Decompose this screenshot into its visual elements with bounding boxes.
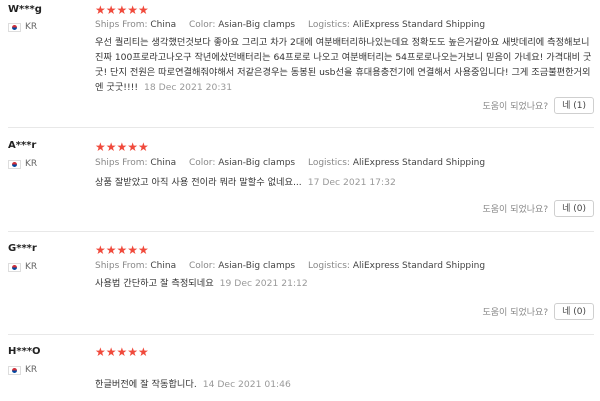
review-date: 17 Dec 2021 17:32 — [307, 177, 396, 188]
helpful-yes-button[interactable]: 네 (0) — [554, 200, 594, 217]
logistics-value: AliExpress Standard Shipping — [352, 261, 486, 271]
helpful-yes-button[interactable]: 네 (1) — [554, 97, 594, 114]
review-text: 한글버전에 잘 작동합니다. 14 Dec 2021 01:46 — [95, 377, 592, 392]
logistics-label: Logistics: — [307, 158, 350, 168]
korea-flag-icon — [8, 159, 21, 169]
rating-stars: ★★★★★ — [95, 140, 149, 154]
helpful-question: 도움이 되었나요? — [482, 205, 549, 215]
review-meta: Ships From: China Color: Asian-Big clamp… — [95, 158, 495, 168]
country-code: KR — [25, 159, 38, 169]
logistics-value: AliExpress Standard Shipping — [352, 158, 486, 168]
logistics-label: Logistics: — [307, 261, 350, 271]
ships-from-value: China — [150, 158, 177, 168]
review-date: 14 Dec 2021 01:46 — [202, 379, 291, 390]
color-label: Color: — [188, 158, 216, 168]
review-item: A***r KR ★★★★★ Ships From: China Color: … — [0, 135, 600, 227]
reviewer-name: W***g — [8, 4, 42, 15]
color-value: Asian-Big clamps — [218, 20, 296, 30]
reviewer-name: H***O — [8, 346, 41, 357]
review-item: W***g KR ★★★★★ Ships From: China Color: … — [0, 0, 600, 125]
helpful-section: 도움이 되었나요? 네 (0) — [482, 200, 594, 217]
review-date: 19 Dec 2021 21:12 — [219, 278, 308, 289]
reviewer-country: KR — [8, 22, 37, 32]
review-body: 상품 잘받았고 아직 사용 전이라 뭐라 말할수 없네요... — [95, 177, 302, 188]
review-meta: Ships From: China Color: Asian-Big clamp… — [95, 261, 495, 271]
korea-flag-icon — [8, 365, 21, 375]
review-text: 우선 퀄리티는 생각했던것보다 좋아요 그리고 차가 2대에 여분배터리하나있는… — [95, 35, 592, 95]
review-meta: Ships From: China Color: Asian-Big clamp… — [95, 20, 495, 30]
review-body: 사용법 간단하고 잘 측정되네요 — [95, 278, 214, 289]
helpful-question: 도움이 되었나요? — [482, 308, 549, 318]
ships-from-label: Ships From: — [95, 261, 148, 271]
reviewer-country: KR — [8, 262, 37, 272]
review-body: 한글버전에 잘 작동합니다. — [95, 379, 197, 390]
helpful-section: 도움이 되었나요? 네 (1) — [482, 97, 594, 114]
review-divider — [8, 334, 594, 335]
country-code: KR — [25, 365, 38, 375]
reviewer-country: KR — [8, 365, 37, 375]
review-date: 18 Dec 2021 20:31 — [144, 82, 233, 93]
helpful-yes-button[interactable]: 네 (0) — [554, 303, 594, 320]
rating-stars: ★★★★★ — [95, 345, 149, 359]
ships-from-value: China — [150, 261, 177, 271]
ships-from-label: Ships From: — [95, 20, 148, 30]
ships-from-value: China — [150, 20, 177, 30]
rating-stars: ★★★★★ — [95, 3, 149, 17]
color-value: Asian-Big clamps — [218, 261, 296, 271]
reviewer-country: KR — [8, 159, 37, 169]
color-label: Color: — [188, 261, 216, 271]
helpful-question: 도움이 되었나요? — [482, 102, 549, 112]
country-code: KR — [25, 22, 38, 32]
review-item: G***r KR ★★★★★ Ships From: China Color: … — [0, 238, 600, 330]
color-label: Color: — [188, 20, 216, 30]
logistics-label: Logistics: — [307, 20, 350, 30]
ships-from-label: Ships From: — [95, 158, 148, 168]
country-code: KR — [25, 262, 38, 272]
korea-flag-icon — [8, 262, 21, 272]
review-item: H***O KR ★★★★★ 한글버전에 잘 작동합니다. 14 Dec 2021… — [0, 340, 600, 401]
logistics-value: AliExpress Standard Shipping — [352, 20, 486, 30]
color-value: Asian-Big clamps — [218, 158, 296, 168]
korea-flag-icon — [8, 22, 21, 32]
review-text: 사용법 간단하고 잘 측정되네요 19 Dec 2021 21:12 — [95, 276, 592, 291]
reviewer-name: G***r — [8, 243, 37, 254]
rating-stars: ★★★★★ — [95, 243, 149, 257]
review-text: 상품 잘받았고 아직 사용 전이라 뭐라 말할수 없네요... 17 Dec 20… — [95, 175, 592, 190]
helpful-section: 도움이 되었나요? 네 (0) — [482, 303, 594, 320]
review-divider — [8, 127, 594, 128]
reviewer-name: A***r — [8, 140, 37, 151]
review-divider — [8, 231, 594, 232]
